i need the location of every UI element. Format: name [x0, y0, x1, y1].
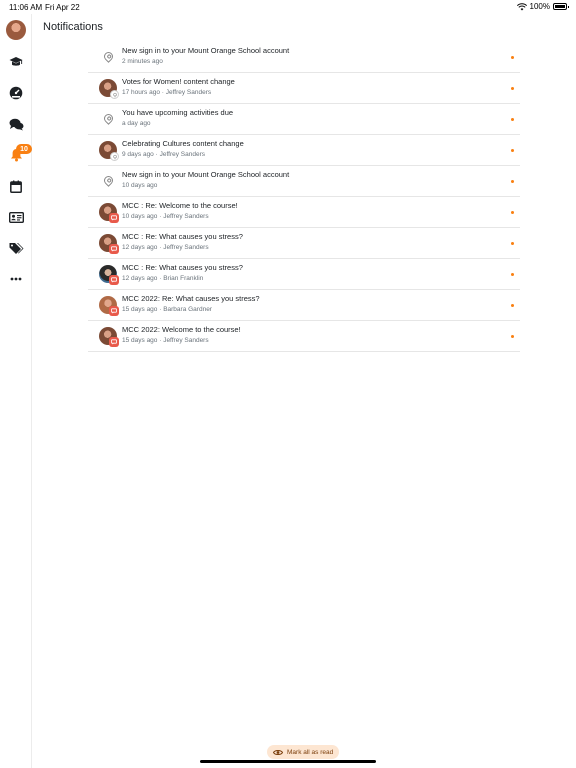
mark-all-as-read-button[interactable]: Mark all as read — [267, 745, 340, 759]
messages-icon[interactable] — [8, 116, 24, 132]
notification-meta: 10 days ago — [122, 182, 158, 189]
sender-avatar — [99, 79, 119, 99]
notification-title: New sign in to your Mount Orange School … — [122, 46, 290, 55]
notification-title: You have upcoming activities due — [122, 108, 234, 117]
notification-meta: 12 days ago · Jeffrey Sanders — [122, 244, 209, 251]
status-bar: 11:06 AM Fri Apr 22 100% — [0, 0, 576, 14]
notification-item[interactable]: MCC 2022: Re: What causes you stress? 15 … — [88, 290, 520, 321]
notification-item[interactable]: MCC 2022: Welcome to the course! 15 days … — [88, 321, 520, 352]
wifi-icon — [516, 2, 527, 10]
status-date: Fri Apr 22 — [45, 3, 80, 12]
battery-icon — [553, 3, 569, 10]
location-pin-icon — [99, 48, 119, 68]
unread-dot — [511, 180, 514, 183]
notification-meta: 15 days ago · Jeffrey Sanders — [122, 337, 209, 344]
sender-avatar — [99, 265, 119, 285]
notification-title: Celebrating Cultures content change — [122, 139, 244, 148]
unread-dot — [511, 273, 514, 276]
location-pin-icon — [99, 172, 119, 192]
notification-title: MCC : Re: What causes you stress? — [122, 263, 243, 272]
sidebar: 10 — [0, 14, 32, 768]
notification-title: MCC : Re: What causes you stress? — [122, 232, 243, 241]
unread-dot — [511, 149, 514, 152]
battery-percent: 100% — [529, 2, 550, 11]
sender-avatar — [99, 296, 119, 316]
user-avatar[interactable] — [6, 20, 26, 40]
notification-meta: 10 days ago · Jeffrey Sanders — [122, 213, 209, 220]
unread-dot — [511, 56, 514, 59]
notification-item[interactable]: New sign in to your Mount Orange School … — [88, 42, 520, 73]
notification-title: MCC 2022: Welcome to the course! — [122, 325, 241, 334]
forum-icon — [109, 275, 119, 285]
id-card-icon[interactable] — [8, 209, 24, 225]
calendar-icon[interactable] — [8, 178, 24, 194]
status-time: 11:06 AM — [9, 3, 43, 12]
notification-meta: a day ago — [122, 120, 151, 127]
notification-meta: 15 days ago · Barbara Gardner — [122, 306, 212, 313]
sender-avatar — [99, 234, 119, 254]
unread-dot — [511, 304, 514, 307]
notification-title: MCC 2022: Re: What causes you stress? — [122, 294, 260, 303]
status-indicators: 100% — [516, 2, 569, 11]
page-title: Notifications — [43, 21, 103, 33]
home-indicator[interactable] — [200, 760, 376, 763]
forum-icon — [109, 213, 119, 223]
notification-title: MCC : Re: Welcome to the course! — [122, 201, 238, 210]
notification-list: New sign in to your Mount Orange School … — [88, 42, 520, 352]
forum-icon — [109, 337, 119, 347]
notification-item[interactable]: MCC : Re: What causes you stress? 12 days… — [88, 259, 520, 290]
notification-item[interactable]: Celebrating Cultures content change 9 day… — [88, 135, 520, 166]
notification-meta: 17 hours ago · Jeffrey Sanders — [122, 89, 212, 96]
notification-item[interactable]: New sign in to your Mount Orange School … — [88, 166, 520, 197]
location-pin-icon — [99, 110, 119, 130]
sender-avatar — [99, 141, 119, 161]
sender-avatar — [99, 327, 119, 347]
dashboard-gauge-icon[interactable] — [8, 85, 24, 101]
notification-title: Votes for Women! content change — [122, 77, 235, 86]
content-change-icon — [110, 90, 119, 99]
unread-dot — [511, 118, 514, 121]
notification-item[interactable]: MCC : Re: Welcome to the course! 10 days … — [88, 197, 520, 228]
mark-all-label: Mark all as read — [287, 748, 334, 756]
forum-icon — [109, 244, 119, 254]
content-change-icon — [110, 152, 119, 161]
unread-dot — [511, 335, 514, 338]
notification-meta: 12 days ago · Brian Franklin — [122, 275, 204, 282]
notification-meta: 2 minutes ago — [122, 58, 163, 65]
notification-meta: 9 days ago · Jeffrey Sanders — [122, 151, 205, 158]
forum-icon — [109, 306, 119, 316]
unread-dot — [511, 242, 514, 245]
eye-icon — [273, 749, 283, 755]
tags-icon[interactable] — [8, 240, 24, 256]
notification-item[interactable]: Votes for Women! content change 17 hours … — [88, 73, 520, 104]
unread-dot — [511, 211, 514, 214]
notification-item[interactable]: You have upcoming activities due a day ag… — [88, 104, 520, 135]
more-icon[interactable] — [8, 271, 24, 287]
sender-avatar — [99, 203, 119, 223]
notification-count-badge: 10 — [16, 144, 32, 154]
unread-dot — [511, 87, 514, 90]
notification-title: New sign in to your Mount Orange School … — [122, 170, 290, 179]
notification-item[interactable]: MCC : Re: What causes you stress? 12 days… — [88, 228, 520, 259]
courses-graduation-cap-icon[interactable] — [8, 54, 24, 70]
